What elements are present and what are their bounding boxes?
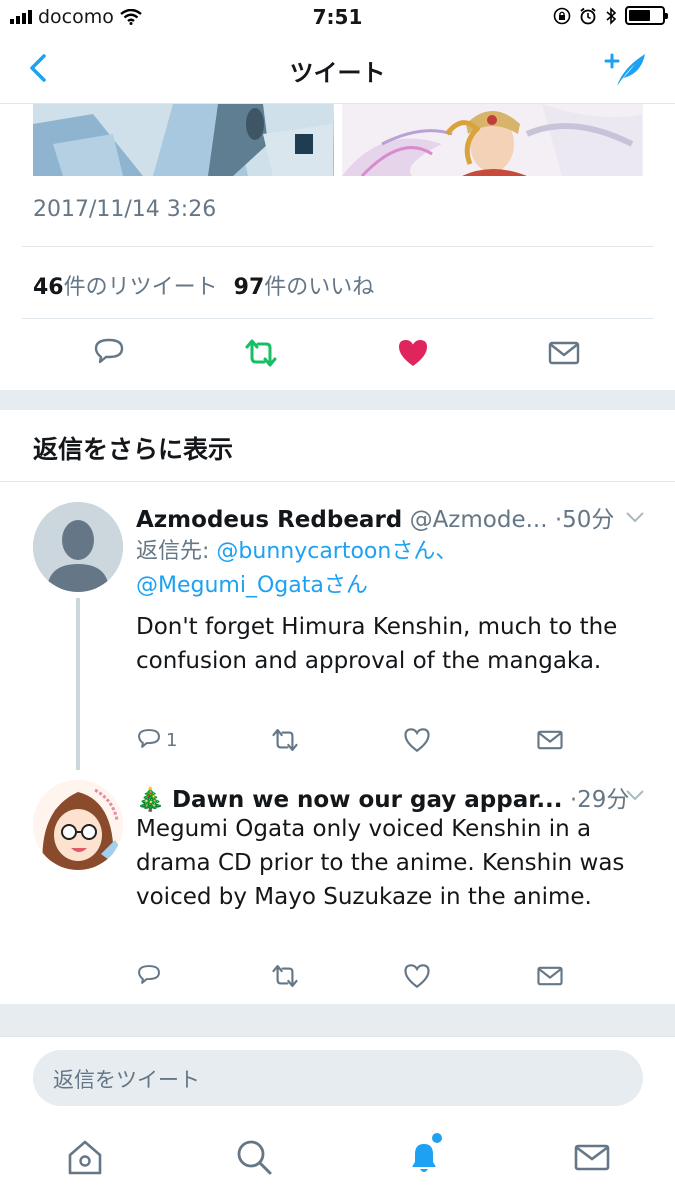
reply-icon[interactable] (92, 336, 126, 370)
retweet-icon[interactable] (271, 726, 299, 754)
media-image-1[interactable] (33, 104, 334, 176)
notifications-icon[interactable] (404, 1137, 444, 1177)
name-emoji: 🎄 (136, 787, 165, 813)
thread-line (76, 598, 80, 770)
mention-link[interactable]: @Megumi_Ogataさん (136, 573, 368, 598)
divider (22, 318, 654, 319)
reply-placeholder: 返信をツイート (53, 1068, 200, 1092)
divider (22, 246, 654, 247)
divider (0, 1036, 675, 1037)
reply-tweet[interactable]: Azmodeus Redbeard @Azmode... ·50分 返信先: @… (0, 482, 675, 772)
rotation-lock-icon (553, 7, 571, 24)
user-name[interactable]: Azmodeus Redbeard (136, 507, 402, 533)
show-more-replies[interactable]: 返信をさらに表示 (33, 430, 233, 466)
like-label: 件のいいね (264, 275, 375, 300)
reply-to-prefix: 返信先: (136, 539, 217, 564)
tweet-text: Don't forget Himura Kenshin, much to the… (136, 614, 618, 674)
reply-tweet[interactable]: 🎄 Dawn we now our gay appar... ·29分 Megu… (0, 772, 675, 1004)
status-icons (553, 6, 668, 25)
status-bar: docomo 7:51 (0, 0, 675, 36)
retweet-icon[interactable] (244, 336, 278, 370)
reply-button[interactable] (136, 962, 166, 990)
tweet-timestamp[interactable]: 2017/11/14 3:26 (33, 197, 216, 222)
section-separator (0, 1004, 675, 1036)
reply-icon (138, 965, 160, 984)
reply-icon (138, 729, 160, 748)
reply-count: 1 (166, 729, 178, 751)
chevron-down-icon[interactable] (625, 788, 645, 802)
reply-input[interactable]: 返信をツイート (33, 1050, 643, 1106)
like-stat[interactable]: 97件のいいね (234, 269, 375, 301)
alarm-icon (580, 7, 596, 24)
page-title: ツイート (289, 59, 386, 87)
user-name[interactable]: Dawn we now our gay appar... (172, 787, 563, 813)
retweet-count: 46 (33, 275, 64, 300)
nav-bar: ツイート (0, 36, 675, 104)
tweet-action-bar (0, 330, 675, 380)
messages-icon[interactable] (572, 1137, 612, 1177)
retweet-label: 件のリツイート (63, 275, 218, 300)
media-image-2[interactable] (342, 104, 643, 176)
mention-link[interactable]: @bunnycartoonさん、 (216, 539, 457, 564)
tweet-time: ·50分 (554, 507, 615, 533)
user-handle: @Azmode... (409, 507, 548, 533)
tweet-time: ·29分 (569, 787, 630, 813)
like-icon[interactable] (403, 726, 431, 754)
reply-to: 返信先: @bunnycartoonさん、 @Megumi_Ogataさん (136, 535, 457, 603)
like-count: 97 (233, 275, 265, 300)
search-icon[interactable] (234, 1137, 274, 1177)
tweet-text: Megumi Ogata only voiced Kenshin in a dr… (136, 816, 625, 910)
tweet-header: 🎄 Dawn we now our gay appar... ·29分 (136, 780, 629, 814)
home-icon[interactable] (65, 1137, 105, 1177)
tweet-media (33, 104, 643, 176)
direct-message-icon[interactable] (536, 726, 564, 754)
tweet-action-bar: 1 (136, 726, 576, 756)
chevron-down-icon[interactable] (625, 510, 645, 524)
tweet-stats: 46件のリツイート 97件のいいね (33, 269, 374, 301)
tweet-action-bar (136, 962, 576, 992)
battery-icon (625, 6, 668, 25)
like-icon[interactable] (403, 962, 431, 990)
retweet-stat[interactable]: 46件のリツイート (33, 269, 218, 301)
reply-button[interactable]: 1 (136, 726, 177, 754)
retweet-icon[interactable] (271, 962, 299, 990)
section-separator (0, 390, 675, 410)
tab-bar (0, 1125, 675, 1200)
notification-badge (432, 1133, 442, 1143)
bluetooth-icon (606, 6, 617, 25)
direct-message-icon[interactable] (547, 336, 581, 370)
avatar[interactable] (33, 502, 123, 592)
like-icon[interactable] (396, 336, 430, 370)
direct-message-icon[interactable] (536, 962, 564, 990)
tweet-header: Azmodeus Redbeard @Azmode... ·50分 (136, 500, 614, 534)
compose-tweet-icon[interactable] (603, 48, 649, 90)
avatar[interactable] (33, 780, 123, 870)
